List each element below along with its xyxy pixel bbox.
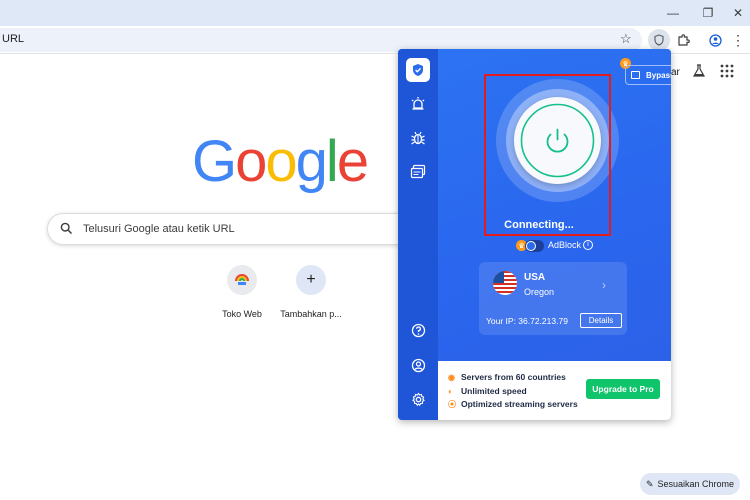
restore-icon[interactable]: ❐ xyxy=(697,4,719,22)
help-icon[interactable] xyxy=(406,318,430,342)
logo-letter: e xyxy=(336,129,369,194)
extensions-puzzle-icon[interactable] xyxy=(672,29,694,51)
minimize-icon[interactable]: — xyxy=(662,4,684,22)
logo-letter: G xyxy=(192,129,237,194)
highlight-annotation-box xyxy=(484,74,611,236)
location-card[interactable]: USA Oregon › Your IP: 36.72.213.79 Detai… xyxy=(479,262,627,335)
shortcut-toko-web[interactable]: Toko Web xyxy=(202,265,282,319)
browser-title-bar: — ❐ ✕ xyxy=(0,0,750,26)
location-country: USA xyxy=(524,272,546,283)
bypass-list-icon xyxy=(631,71,640,79)
bypass-list-button[interactable]: Bypass list xyxy=(625,65,671,85)
account-icon[interactable] xyxy=(406,353,430,377)
usa-flag-icon xyxy=(493,271,517,295)
upgrade-promo-panel: ◉ Servers from 60 countries ◐ Unlimited sp… xyxy=(438,361,671,420)
chrome-menu-icon[interactable]: ⋮ xyxy=(727,29,749,51)
omnibox-text: URL xyxy=(2,33,25,45)
customize-chrome-button[interactable]: ✎ Sesuaikan Chrome xyxy=(640,473,740,495)
shortcut-label: Toko Web xyxy=(222,309,262,319)
broadcast-icon: ⦿ xyxy=(448,400,456,409)
logo-letter: l xyxy=(325,129,339,194)
shield-icon[interactable] xyxy=(406,58,430,82)
bookmark-star-icon[interactable]: ☆ xyxy=(620,31,632,47)
labs-flask-icon[interactable] xyxy=(692,64,706,83)
ntp-header-link[interactable]: ar xyxy=(671,67,680,78)
feature-item: ⦿ Optimized streaming servers xyxy=(448,399,578,409)
ip-address: Your IP: 36.72.213.79 xyxy=(486,316,568,326)
feature-item: ◐ Unlimited speed xyxy=(448,386,527,396)
vpn-sidebar xyxy=(398,49,438,420)
close-icon[interactable]: ✕ xyxy=(727,4,749,22)
logo-letter: o xyxy=(265,129,297,194)
feature-item: ◉ Servers from 60 countries xyxy=(448,372,566,382)
location-region: Oregon xyxy=(524,287,555,297)
settings-gear-icon[interactable] xyxy=(406,387,430,411)
search-placeholder: Telusuri Google atau ketik URL xyxy=(83,223,235,235)
alarm-siren-icon[interactable] xyxy=(406,92,430,116)
speedometer-icon: ◐ xyxy=(448,387,453,396)
bypass-list-label: Bypass list xyxy=(646,71,671,80)
vpn-extension-icon[interactable] xyxy=(648,29,670,51)
upgrade-to-pro-button[interactable]: Upgrade to Pro xyxy=(586,379,660,399)
google-apps-icon[interactable] xyxy=(720,64,734,83)
customize-label: Sesuaikan Chrome xyxy=(657,479,735,489)
search-icon xyxy=(60,222,73,240)
shortcut-label: Tambahkan p... xyxy=(280,309,342,319)
profile-icon[interactable] xyxy=(704,29,726,51)
chrome-web-store-icon xyxy=(227,265,257,295)
details-button[interactable]: Details xyxy=(580,313,622,328)
logo-letter: g xyxy=(295,129,328,194)
google-logo: Google xyxy=(192,128,369,195)
ad-window-icon[interactable] xyxy=(406,160,430,184)
adblock-toggle[interactable] xyxy=(525,240,544,252)
info-icon[interactable]: i xyxy=(583,240,593,250)
globe-icon: ◉ xyxy=(448,373,455,382)
chevron-right-icon: › xyxy=(602,278,606,292)
logo-letter: o xyxy=(235,129,267,194)
adblock-label: AdBlock xyxy=(548,240,582,250)
bug-icon[interactable] xyxy=(406,126,430,150)
shortcut-add[interactable]: + Tambahkan p... xyxy=(271,265,351,319)
plus-icon: + xyxy=(296,265,326,295)
toggle-knob xyxy=(526,241,536,251)
pencil-icon: ✎ xyxy=(645,478,654,489)
